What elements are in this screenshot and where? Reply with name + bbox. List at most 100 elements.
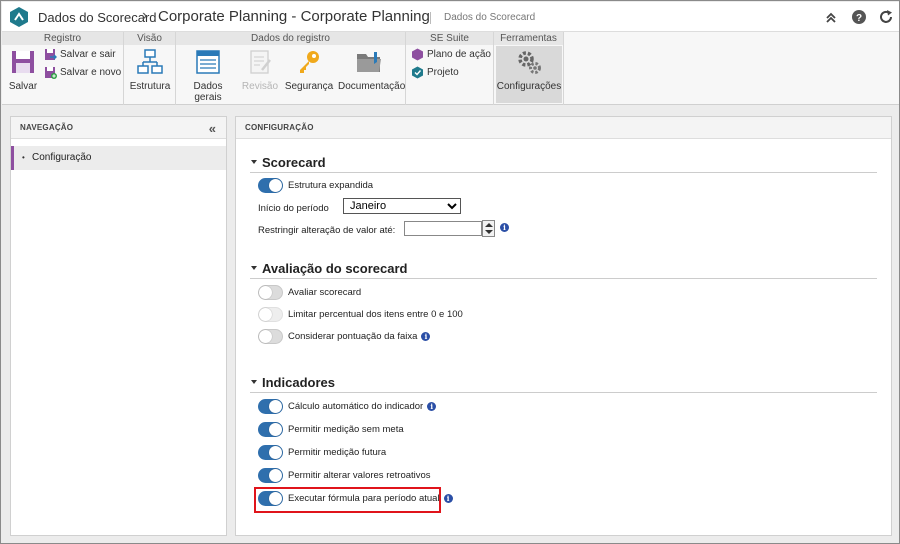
ribbon-group-title: SE Suite [406, 32, 493, 45]
toggle-label: Avaliar scorecard [288, 287, 362, 298]
toggle-limitar-percentual[interactable] [258, 307, 283, 322]
save-icon [12, 51, 34, 73]
highlight-box [254, 487, 441, 513]
ribbon-toolbar: Registro Salvar Salvar e sair Salvar e n… [2, 32, 899, 105]
collapse-panel-icon[interactable]: « [209, 121, 216, 136]
toggle-avaliar-scorecard[interactable] [258, 285, 283, 300]
row-estrutura-expandida: Estrutura expandida [258, 178, 373, 193]
ribbon-group-registro: Registro Salvar Salvar e sair Salvar e n… [2, 32, 124, 105]
info-icon[interactable]: i [443, 494, 453, 503]
section-indicadores-header[interactable]: Indicadores [250, 375, 877, 393]
row-restringir: Restringir alteração de valor até: [258, 225, 395, 236]
structure-icon [137, 49, 163, 74]
documentation-label: Documentação [338, 81, 406, 92]
stepper-down-icon[interactable] [485, 230, 493, 234]
row-calculo-automatico: Cálculo automático do indicador i [258, 399, 437, 414]
ribbon-group-title: Registro [2, 32, 123, 45]
nav-item-configuracao[interactable]: • Configuração [11, 146, 226, 170]
toggle-valores-retroativos[interactable] [258, 468, 283, 483]
save-label: Salvar [8, 81, 38, 92]
section-avaliacao: Avaliação do scorecard Avaliar scorecard… [250, 261, 877, 351]
revision-label: Revisão [241, 81, 279, 92]
gears-icon [518, 51, 541, 74]
project-button[interactable]: Projeto [411, 66, 459, 79]
info-icon[interactable]: i [427, 402, 437, 411]
security-button[interactable]: Segurança [284, 48, 334, 92]
configuration-panel: CONFIGURAÇÃO Scorecard Estrutura expandi… [235, 116, 892, 536]
toggle-label: Cálculo automático do indicador [288, 401, 424, 412]
window: Dados do Scorecard › Corporate Planning … [0, 0, 900, 544]
documentation-button[interactable]: Documentação [338, 48, 406, 92]
breadcrumb-chevron-icon: › [142, 7, 148, 24]
toggle-label: Considerar pontuação da faixa [288, 331, 418, 342]
refresh-icon[interactable] [878, 9, 894, 25]
toggle-considerar-pontuacao[interactable] [258, 329, 283, 344]
general-data-icon [196, 50, 220, 74]
settings-button[interactable]: Configurações [496, 48, 562, 92]
collapse-up-icon[interactable] [823, 9, 839, 25]
general-data-button[interactable]: Dados gerais [182, 48, 234, 103]
revision-button[interactable]: Revisão [240, 48, 280, 92]
revision-icon [250, 50, 271, 74]
action-plan-label: Plano de ação [427, 49, 491, 60]
key-icon [300, 51, 319, 73]
ribbon-group-title: Dados do registro [176, 32, 405, 45]
ribbon-group-visao: Visão Estrutura [124, 32, 176, 105]
navigation-panel-title: NAVEGAÇÃO [11, 117, 226, 139]
restrict-value-stepper[interactable] [482, 220, 495, 237]
svg-text:?: ? [856, 13, 862, 24]
toggle-label: Permitir medição sem meta [288, 424, 404, 435]
row-inicio-periodo: Início do período [258, 203, 329, 214]
save-button[interactable]: Salvar [8, 48, 38, 92]
row-limitar-percentual: Limitar percentual dos itens entre 0 e 1… [258, 307, 463, 322]
save-and-new-button[interactable]: Salvar e novo [44, 66, 121, 79]
structure-button[interactable]: Estrutura [128, 48, 172, 92]
title-bar: Dados do Scorecard › Corporate Planning … [2, 2, 899, 32]
divider [430, 12, 431, 24]
caret-down-icon [251, 266, 257, 270]
section-scorecard-header[interactable]: Scorecard [250, 155, 877, 173]
configuration-panel-title: CONFIGURAÇÃO [236, 117, 891, 139]
settings-label: Configurações [496, 81, 562, 92]
navigation-panel: NAVEGAÇÃO « • Configuração [10, 116, 227, 536]
stepper-up-icon[interactable] [485, 223, 493, 227]
ribbon-group-dados-registro: Dados do registro Dados gerais Revisão S… [176, 32, 406, 105]
toggle-calculo-automatico[interactable] [258, 399, 283, 414]
toggle-label: Estrutura expandida [288, 180, 374, 191]
save-and-new-label: Salvar e novo [60, 67, 122, 78]
save-new-icon [45, 67, 57, 79]
toggle-estrutura-expandida[interactable] [258, 178, 283, 193]
breadcrumb-root[interactable]: Dados do Scorecard [38, 10, 157, 25]
project-icon [412, 66, 423, 79]
bullet-icon: • [22, 153, 25, 162]
restrict-value-input[interactable] [404, 221, 482, 236]
row-valores-retroativos: Permitir alterar valores retroativos [258, 468, 431, 483]
field-label: Restringir alteração de valor até: [258, 225, 396, 236]
toggle-medicao-futura[interactable] [258, 445, 283, 460]
action-plan-button[interactable]: Plano de ação [411, 48, 491, 61]
toggle-label: Permitir medição futura [288, 447, 387, 458]
row-avaliar-scorecard: Avaliar scorecard [258, 285, 361, 300]
section-avaliacao-header[interactable]: Avaliação do scorecard [250, 261, 877, 279]
ribbon-group-title: Visão [124, 32, 175, 45]
nav-item-label: Configuração [32, 152, 92, 163]
folder-icon [357, 52, 381, 72]
general-data-label: Dados gerais [193, 81, 223, 103]
toggle-medicao-sem-meta[interactable] [258, 422, 283, 437]
help-icon[interactable]: ? [851, 9, 867, 25]
toggle-label: Limitar percentual dos itens entre 0 e 1… [288, 309, 463, 320]
period-start-select[interactable]: Janeiro [343, 198, 461, 214]
save-and-exit-label: Salvar e sair [60, 49, 116, 60]
action-plan-icon [412, 48, 423, 61]
info-icon[interactable]: i [421, 332, 431, 341]
section-title: Scorecard [262, 155, 326, 170]
toggle-label: Permitir alterar valores retroativos [288, 470, 431, 481]
row-medicao-sem-meta: Permitir medição sem meta [258, 422, 404, 437]
ribbon-group-title: Ferramentas [494, 32, 563, 45]
save-exit-icon [45, 49, 57, 60]
row-considerar-pontuacao: Considerar pontuação da faixa i [258, 329, 431, 344]
info-icon[interactable]: i [500, 223, 509, 232]
save-and-exit-button[interactable]: Salvar e sair [44, 48, 116, 61]
page-subtitle: Dados do Scorecard [444, 12, 536, 23]
caret-down-icon [251, 380, 257, 384]
